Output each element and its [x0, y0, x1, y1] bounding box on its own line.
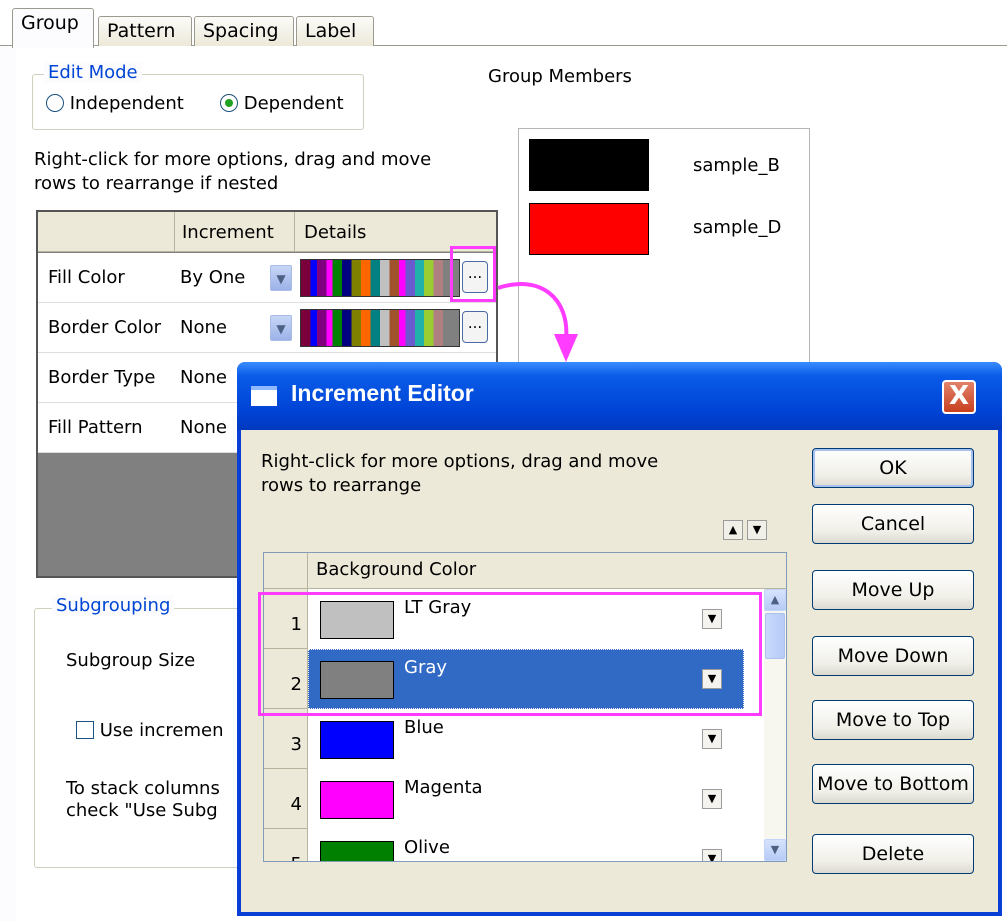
tab-spacing[interactable]: Spacing: [194, 16, 294, 46]
col-details: Details: [304, 222, 367, 243]
tab-label[interactable]: Label: [296, 16, 374, 46]
member-swatch-red: [529, 203, 649, 255]
color-swatch: [320, 841, 394, 861]
subgrouping-legend: Subgrouping: [52, 595, 175, 616]
row-label: Fill Color: [48, 267, 125, 288]
row-up-icon[interactable]: ▲: [723, 520, 743, 540]
scroll-down-icon[interactable]: ▼: [764, 839, 786, 861]
window-icon: [251, 386, 277, 406]
color-row-3[interactable]: 3 Blue ▼: [264, 709, 764, 769]
radio-dependent[interactable]: Dependent: [220, 93, 344, 114]
row-label: Border Color: [48, 317, 162, 338]
move-to-top-button[interactable]: Move to Top: [812, 700, 974, 740]
chevron-down-icon[interactable]: ▼: [270, 315, 292, 341]
dialog-hint: Right-click for more options, drag and m…: [261, 450, 658, 498]
move-up-button[interactable]: Move Up: [812, 570, 974, 610]
grid-row-fill-color[interactable]: Fill Color By One ▼ ...: [38, 253, 496, 303]
grid-hint-line2: rows to rearrange if nested: [34, 173, 279, 194]
radio-dependent-label: Dependent: [243, 93, 344, 114]
row-number: 3: [264, 709, 308, 769]
chevron-down-icon[interactable]: ▼: [702, 729, 722, 749]
color-label: Olive: [404, 837, 450, 858]
row-increment: None: [180, 317, 227, 338]
delete-button[interactable]: Delete: [812, 834, 974, 874]
color-list-preview: [300, 309, 460, 347]
radio-dependent-circle[interactable]: [220, 94, 238, 112]
grid-hint-line1: Right-click for more options, drag and m…: [34, 149, 432, 170]
dialog-title: Increment Editor: [291, 380, 474, 406]
move-down-button[interactable]: Move Down: [812, 636, 974, 676]
col-increment: Increment: [182, 222, 274, 243]
move-to-bottom-button[interactable]: Move to Bottom: [812, 764, 974, 804]
radio-independent-label: Independent: [69, 93, 184, 114]
panel-edge: [0, 46, 16, 921]
note-line2: check "Use Subg: [66, 800, 218, 821]
tab-group[interactable]: Group: [12, 8, 94, 48]
color-row-4[interactable]: 4 Magenta ▼: [264, 769, 764, 829]
cancel-button[interactable]: Cancel: [812, 504, 974, 544]
color-row-5[interactable]: 5 Olive ▼: [264, 829, 764, 861]
chevron-down-icon[interactable]: ▼: [702, 849, 722, 861]
checkbox-box[interactable]: [76, 721, 94, 739]
row-increment: By One: [180, 267, 246, 288]
color-grid-header: Background Color: [264, 553, 786, 589]
member-name: sample_B: [693, 155, 780, 176]
color-swatch: [320, 721, 394, 759]
use-increment-checkbox[interactable]: Use incremen: [76, 720, 223, 741]
dialog-hint-line1: Right-click for more options, drag and m…: [261, 451, 659, 472]
dialog-hint-line2: rows to rearrange: [261, 475, 422, 496]
grid-row-border-color[interactable]: Border Color None ▼ ...: [38, 303, 496, 353]
member-swatch-black: [529, 139, 649, 191]
tab-pattern[interactable]: Pattern: [98, 16, 192, 46]
edit-mode-legend: Edit Mode: [44, 62, 142, 83]
close-button[interactable]: X: [942, 380, 976, 414]
group-members-label: Group Members: [488, 66, 632, 87]
grid-header: Increment Details: [38, 212, 496, 252]
dialog-titlebar[interactable]: Increment Editor X: [237, 362, 1002, 430]
tab-strip: Group Pattern Spacing Label: [12, 8, 1007, 48]
color-label: Blue: [404, 717, 444, 738]
ok-button[interactable]: OK: [812, 448, 974, 488]
row-down-icon[interactable]: ▼: [747, 520, 767, 540]
scroll-up-icon[interactable]: ▲: [764, 589, 786, 611]
row-increment: None: [180, 417, 227, 438]
row-number: 5: [264, 829, 308, 861]
rows-highlight: [258, 592, 762, 716]
row-number: 4: [264, 769, 308, 829]
row-increment: None: [180, 367, 227, 388]
color-label: Magenta: [404, 777, 483, 798]
color-swatch: [320, 781, 394, 819]
note-line1: To stack columns: [66, 778, 220, 799]
subgroup-size-label: Subgroup Size: [66, 650, 196, 671]
col-background-color: Background Color: [316, 559, 477, 580]
ellipsis-button[interactable]: ...: [462, 311, 488, 343]
row-label: Border Type: [48, 367, 156, 388]
scroll-thumb[interactable]: [765, 613, 785, 659]
color-list-preview: [300, 259, 460, 297]
radio-independent[interactable]: Independent: [46, 93, 184, 114]
chevron-down-icon[interactable]: ▼: [702, 789, 722, 809]
grid-hint: Right-click for more options, drag and m…: [34, 148, 431, 196]
vertical-scrollbar[interactable]: ▲ ▼: [764, 589, 786, 861]
member-name: sample_D: [693, 217, 782, 238]
row-label: Fill Pattern: [48, 417, 143, 438]
chevron-down-icon[interactable]: ▼: [270, 265, 292, 291]
use-increment-label: Use incremen: [99, 720, 224, 741]
subgrouping-note: To stack columns check "Use Subg: [66, 778, 220, 822]
radio-independent-circle[interactable]: [46, 94, 64, 112]
